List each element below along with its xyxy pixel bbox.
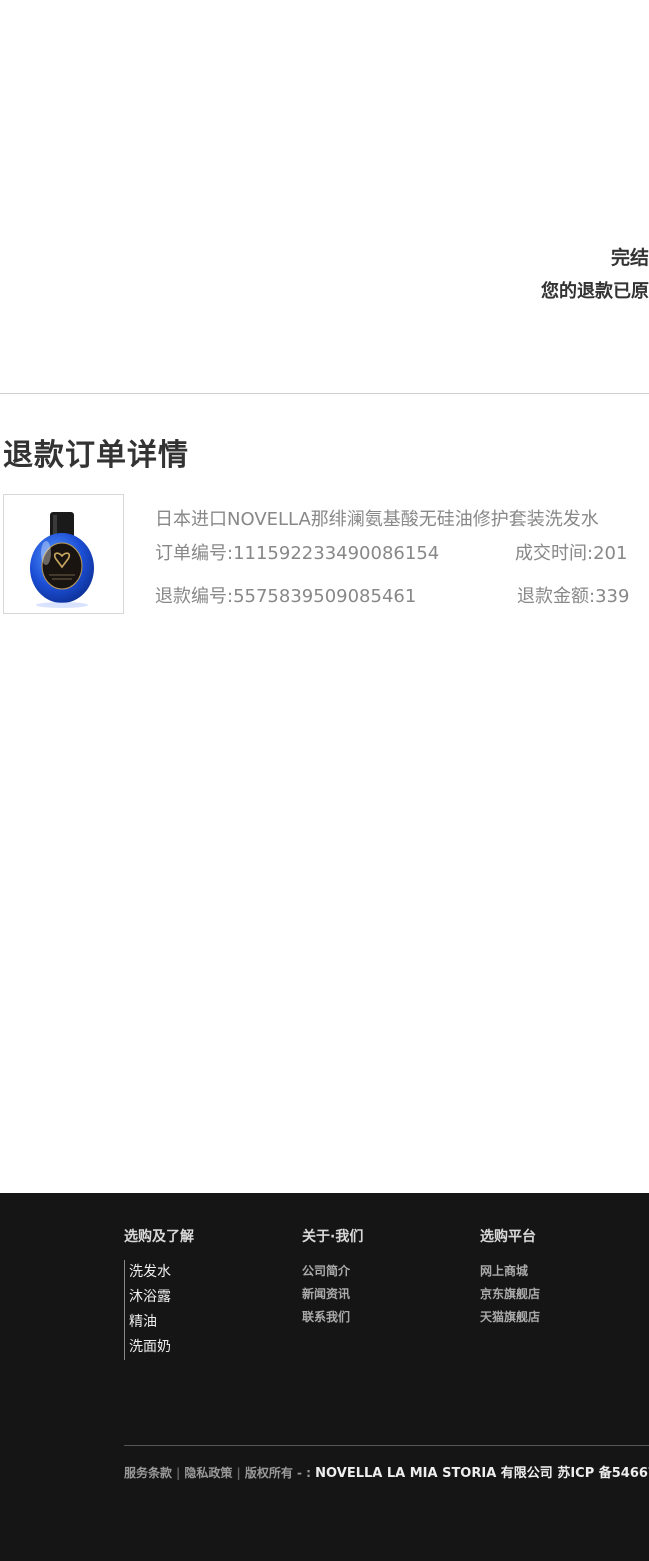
page-title: 退款订单详情 [3,438,189,473]
refund-number-row: 退款编号:5575839509085461 退款金额:339 [155,582,629,608]
footer-link-news[interactable]: 新闻资讯 [302,1283,363,1306]
order-number-label: 订单编号: [155,543,234,564]
product-name[interactable]: 日本进口NOVELLA那绯澜氨基酸无硅油修护套装洗发水 [155,505,599,531]
refund-amount-value: 339 [595,586,630,607]
legal-separator: | [236,1466,241,1480]
privacy-link[interactable]: 隐私政策 [184,1466,232,1480]
section-divider [0,393,649,394]
footer-link-tmall-store[interactable]: 天猫旗舰店 [480,1306,540,1329]
refund-amount-label: 退款金额: [517,586,596,607]
deal-time: 成交时间:201 [515,539,627,565]
copyright-text: 版权所有 [244,1466,293,1480]
footer-divider [124,1445,649,1446]
status-title: 完结 [610,247,649,269]
footer-link-essential-oil[interactable]: 精油 [124,1310,194,1335]
site-footer: 选购及了解 洗发水 沐浴露 精油 洗面奶 关于·我们 公司简介 新闻资讯 联系我… [0,1193,649,1561]
refund-number-label: 退款编号: [155,586,234,607]
footer-link-face-wash[interactable]: 洗面奶 [124,1335,194,1360]
footer-column-heading: 选购平台 [480,1229,536,1245]
product-bottle-image [30,512,94,608]
footer-column-about: 关于·我们 公司简介 新闻资讯 联系我们 [302,1226,363,1329]
legal-dash: - : [297,1466,311,1480]
footer-link-body-wash[interactable]: 沐浴露 [124,1285,194,1310]
order-number-row: 订单编号:111592233490086154 成交时间:201 [155,539,627,565]
footer-link-online-store[interactable]: 网上商城 [480,1260,540,1283]
legal-bar: 服务条款 | 隐私政策 | 版权所有 - : NOVELLA LA MIA STORIA… [124,1462,649,1481]
footer-link-shampoo[interactable]: 洗发水 [124,1260,194,1285]
terms-link[interactable]: 服务条款 [124,1466,172,1480]
footer-column-heading: 关于·我们 [302,1229,364,1245]
footer-link-company-intro[interactable]: 公司简介 [302,1260,363,1283]
footer-column-heading: 选购及了解 [124,1229,194,1245]
order-number-value: 111592233490086154 [233,543,440,564]
refund-amount: 退款金额:339 [517,582,629,608]
footer-column-shop: 选购及了解 洗发水 沐浴露 精油 洗面奶 [124,1226,194,1360]
status-message: 您的退款已原 [541,281,649,302]
footer-link-contact[interactable]: 联系我们 [302,1306,363,1329]
refund-number-value: 5575839509085461 [233,586,417,607]
footer-link-jd-store[interactable]: 京东旗舰店 [480,1283,540,1306]
refund-status: 完结 您的退款已原 [541,244,649,306]
legal-separator: | [176,1466,181,1480]
company-info: NOVELLA LA MIA STORIA 有限公司 苏ICP 备5466759… [315,1466,649,1481]
product-thumbnail[interactable] [3,494,124,614]
footer-column-platforms: 选购平台 网上商城 京东旗舰店 天猫旗舰店 [480,1226,540,1329]
deal-time-label: 成交时间: [515,543,594,564]
deal-time-value: 201 [593,543,628,564]
